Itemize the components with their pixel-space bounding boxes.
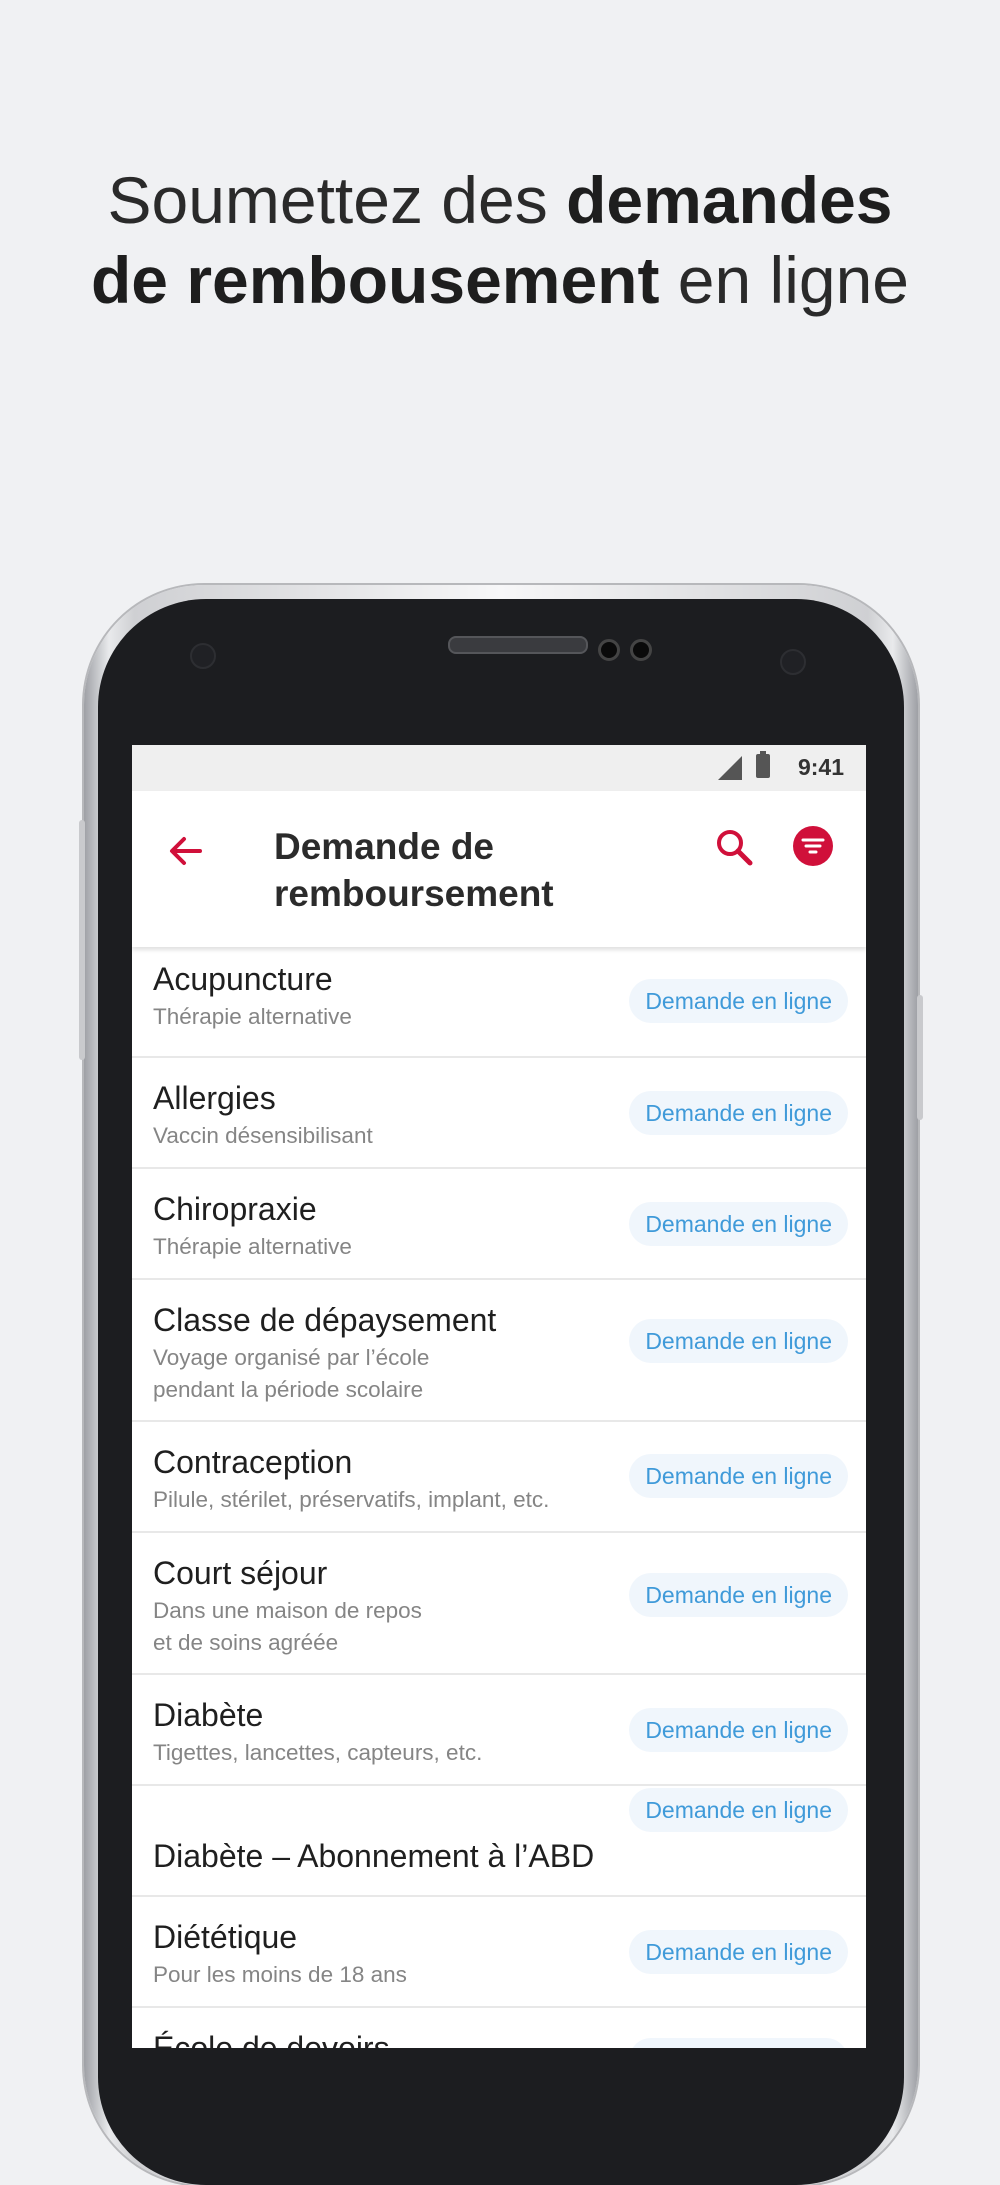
list-item[interactable]: Diabète – Abonnement à l’ABD Demande en l… (132, 1786, 866, 1897)
list-item-title: Court séjour (153, 1555, 328, 1591)
list-item[interactable]: Diététique Pour les moins de 18 ans Demand… (132, 1897, 866, 2008)
app-bar: Demande de remboursement (132, 791, 866, 947)
list-item[interactable]: Contraception Pilule, stérilet, préservat… (132, 1422, 866, 1533)
online-request-button[interactable]: Demande en ligne (629, 1091, 848, 1135)
list-item-subtitle: Thérapie alternative (153, 1004, 352, 1029)
headline-text: Soumettez des (107, 163, 567, 237)
signal-icon (718, 756, 742, 780)
camera-icon (598, 639, 620, 661)
list-item-title: Allergies (153, 1080, 276, 1116)
list-item-subtitle: Pilule, stérilet, préservatifs, implant,… (153, 1487, 550, 1512)
online-request-button[interactable]: Demande en ligne (629, 1202, 848, 1246)
list-item-subtitle: Dans une maison de repos et de soins agr… (153, 1598, 422, 1655)
speaker-grille (448, 636, 588, 654)
list-item-subtitle: Vaccin désensibilisant (153, 1123, 373, 1148)
battery-icon (756, 751, 770, 778)
list-item-subtitle: Voyage organisé par l’école pendant la p… (153, 1345, 430, 1402)
power-button (917, 995, 923, 1120)
filter-icon[interactable] (792, 825, 834, 867)
list-item[interactable]: Chiropraxie Thérapie alternative Demande e… (132, 1169, 866, 1280)
headline-bold-text: demandes (566, 163, 893, 237)
headline: Soumettez des demandes de rembousement e… (0, 160, 1000, 320)
camera-icon (630, 639, 652, 661)
search-icon[interactable] (714, 827, 754, 867)
list-item-title: Contraception (153, 1444, 353, 1480)
list-item[interactable]: Classe de dépaysement Voyage organisé par… (132, 1280, 866, 1422)
headline-line-1: Soumettez des demandes (0, 160, 1000, 240)
online-request-button[interactable]: Demande en ligne (629, 1454, 848, 1498)
list-item[interactable]: Court séjour Dans une maison de repos et … (132, 1533, 866, 1675)
arrow-left-icon[interactable] (166, 831, 206, 871)
sensor-icon (190, 643, 216, 669)
list-item[interactable]: Diabète Tigettes, lancettes, capteurs, et… (132, 1675, 866, 1786)
list-item[interactable]: École de devoirs Demande en ligne (132, 2008, 866, 2048)
headline-bold-text: de rembousement (90, 243, 660, 317)
list-item-subtitle: Pour les moins de 18 ans (153, 1962, 407, 1987)
online-request-button[interactable]: Demande en ligne (629, 1930, 848, 1974)
online-request-button[interactable]: Demande en ligne (629, 979, 848, 1023)
status-bar: 9:41 (132, 745, 866, 791)
online-request-button[interactable]: Demande en ligne (629, 2038, 848, 2048)
online-request-button[interactable]: Demande en ligne (629, 1708, 848, 1752)
status-time: 9:41 (797, 754, 844, 780)
headline-text: en ligne (659, 243, 909, 317)
headline-line-2: de rembousement en ligne (0, 240, 1000, 320)
list-item-subtitle: Tigettes, lancettes, capteurs, etc. (153, 1740, 483, 1765)
list-item-title: Diabète (153, 1697, 264, 1733)
online-request-button[interactable]: Demande en ligne (629, 1788, 848, 1832)
list-item-title: Classe de dépaysement (153, 1302, 497, 1338)
list-item-title: École de devoirs (153, 2030, 390, 2048)
list-item-title: Diététique (153, 1919, 298, 1955)
front-camera-icon (780, 649, 806, 675)
page-title: Demande de remboursement (274, 826, 554, 914)
phone-screen: 9:41 Demande de remboursement Acupunctur… (132, 745, 866, 2048)
list-item-subtitle: Thérapie alternative (153, 1234, 352, 1259)
list-item-title: Acupuncture (153, 961, 333, 997)
list-item[interactable]: Allergies Vaccin désensibilisant Demande e… (132, 1058, 866, 1169)
list-item[interactable]: Acupuncture Thérapie alternative Demande e… (132, 947, 866, 1058)
reimbursement-list: Acupuncture Thérapie alternative Demande e… (132, 947, 866, 2048)
volume-button (79, 820, 85, 1060)
online-request-button[interactable]: Demande en ligne (629, 1573, 848, 1617)
online-request-button[interactable]: Demande en ligne (629, 1319, 848, 1363)
list-item-title: Diabète – Abonnement à l’ABD (153, 1838, 595, 1874)
list-item-title: Chiropraxie (153, 1191, 317, 1227)
